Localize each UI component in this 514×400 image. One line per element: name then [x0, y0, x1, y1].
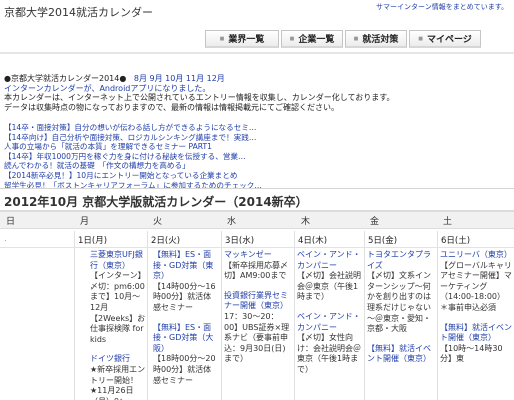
event-company-link[interactable]: 三菱東京UFJ銀行（東京）	[90, 250, 146, 271]
day-cell-header: 1日(月)	[78, 236, 108, 246]
bullet-icon: ■	[353, 35, 359, 42]
column-divider	[221, 231, 222, 400]
day-cell: ベイン・アンド・カンパニー 【〆切】会社説明会＠東京（午後1時まで） ベイン・ア…	[297, 250, 362, 400]
tab-company-list[interactable]: ■ 企業一覧	[281, 30, 343, 48]
weekday-wed: 水	[227, 217, 237, 227]
event-description: 【〆切】文系インターンシップ～何かを創り出すのは理系だけじゃない～＠東京・愛知・…	[367, 271, 431, 334]
weekday-sat: 土	[443, 217, 453, 227]
event-company-link[interactable]: 【無料】就活イベント開催（東京）	[367, 344, 435, 365]
description-line-1: 本カレンダーは、インターネット上で公開されているエントリー情報を収集し、カレンダ…	[4, 93, 395, 102]
event-description: ★新卒採用エントリー開始！★11月26日（月）9：	[90, 364, 146, 400]
news-link[interactable]: 読んでわかる！就活の基礎 「作文の構想力を高める」	[4, 161, 190, 170]
month-link-dec[interactable]: 12月	[207, 74, 225, 83]
day-cell-header: 4日(木)	[298, 236, 328, 246]
event-company-link[interactable]: 【無料】ES・面接・GD対策（大阪）	[153, 323, 219, 355]
news-link[interactable]: 【14卒】年収1000万円を稼ぐ力を身に付ける秘訣を伝授する、営業…	[4, 152, 246, 161]
tab-label: 企業一覧	[298, 35, 335, 45]
event-description: 【インターン】〆切：pm6:00まで】10月～12月【2Weeks】お仕事探検隊…	[90, 271, 146, 344]
event-company-link[interactable]: ベイン・アンド・カンパニー	[297, 250, 362, 271]
header-tagline: サマーインターン情報をまとめています。	[376, 3, 508, 11]
weekday-header: 日 月 火 水 木 金 土	[0, 212, 514, 229]
bullet-icon: ■	[418, 35, 423, 42]
column-divider	[437, 231, 438, 400]
column-divider	[364, 231, 365, 400]
column-divider	[74, 231, 75, 400]
site-title[interactable]: 京都大学2014就活カレンダー	[4, 4, 153, 20]
site-header: 京都大学2014就活カレンダー サマーインターン情報をまとめています。	[0, 0, 514, 26]
calendar-title: 2012年10月 京都大学版就活カレンダー（2014新卒）	[4, 195, 308, 209]
event-description: 【18時00分～20時00分】就活体感セミナー	[153, 354, 216, 385]
event-description: 【14時00分～16時00分】就活体感セミナー	[153, 281, 216, 312]
day-cell-header: 5日(金)	[368, 236, 398, 246]
event-company-link[interactable]: 投資銀行業界セミナー開催（東京）	[224, 291, 292, 312]
description-line-2: データは収集時点の物になっておりますので、最新の情報は情報掲載元にてご確認くださ…	[4, 102, 340, 112]
tab-industry-list[interactable]: ■ 業界一覧	[205, 30, 279, 48]
event-company-link[interactable]: ドイツ銀行	[90, 354, 146, 365]
news-link[interactable]: 【14卒・面接対策】自分の想いが伝わる話し方ができるようになるセミ…	[4, 123, 257, 132]
column-divider	[294, 231, 295, 400]
weekday-thu: 木	[301, 217, 311, 227]
event-description: 【〆切】会社説明会＠東京（午後1時まで）	[297, 271, 361, 302]
bullet-icon: ■	[219, 35, 225, 42]
tab-my-page[interactable]: ■ マイページ	[409, 30, 481, 48]
info-section: ●京都大学就活カレンダー2014● 8月 9月 10月 11月 12月 インター…	[4, 74, 510, 112]
event-description: 【〆切】女性向け：会社説明会＠東京（午後1時まで）	[297, 333, 361, 374]
main-nav: ■ 業界一覧 ■ 企業一覧 ■ 就活対策 ■ マイページ	[205, 30, 483, 50]
event-company-link[interactable]: ベイン・アンド・カンパニー	[297, 312, 362, 333]
day-cell: ユニリーバ（東京） 【グローバルキャリアセミナー開催】マーケティング（14:00…	[440, 250, 512, 400]
weekday-tue: 火	[153, 217, 163, 227]
weekday-mon: 月	[80, 217, 90, 227]
news-link[interactable]: 【2014新卒必見！】10月にエントリー開始となっている企業まとめ	[4, 171, 237, 180]
news-link[interactable]: 人事の立場から「就活の本質」を理解できるセミナー PART1	[4, 142, 212, 151]
event-company-link[interactable]: 【無料】ES・面接・GD対策（東京）	[153, 250, 219, 282]
event-company-link[interactable]: マッキンゼー	[224, 250, 292, 261]
event-description: 【10時～14時30分】東	[440, 343, 503, 364]
day-cell-header: 3日(水)	[225, 236, 255, 246]
event-company-link[interactable]: トヨタエンタプライズ	[367, 250, 435, 271]
day-cell-header: 2日(火)	[151, 236, 181, 246]
event-description: 17：30～20：00】UBS証券×理系ナビ（要事前申込：9月30日(日)まで）	[224, 311, 290, 364]
tab-label: 就活対策	[362, 35, 399, 45]
tab-label: マイページ	[426, 35, 472, 45]
nav-divider	[0, 52, 514, 54]
month-link-nov[interactable]: 11月	[186, 74, 204, 83]
tab-job-hunting-tips[interactable]: ■ 就活対策	[345, 30, 407, 48]
event-description: 【グローバルキャリアセミナー開催】マーケティング（14:00-18:00）＊事前…	[440, 260, 512, 312]
day-cell-header: 6日(土)	[441, 236, 471, 246]
day-cell: マッキンゼー 【新卒採用応募〆切】AM9:00まで 投資銀行業界セミナー開催（東…	[224, 250, 292, 400]
calendar-name: ●京都大学就活カレンダー2014●	[4, 74, 127, 83]
weekday-sun: 日	[6, 217, 16, 227]
event-description: 【新卒採用応募〆切】AM9:00まで	[224, 260, 288, 281]
bullet-icon: ■	[289, 35, 295, 42]
android-app-link[interactable]: インターンカレンダーが、Androidアプリになりました。	[4, 84, 210, 93]
day-header-rule	[0, 247, 514, 248]
event-company-link[interactable]: 【無料】就活イベント開催（東京）	[440, 323, 512, 344]
day-cell: 【無料】ES・面接・GD対策（東京） 【14時00分～16時00分】就活体感セミ…	[153, 250, 219, 400]
day-cell: 三菱東京UFJ銀行（東京） 【インターン】〆切：pm6:00まで】10月～12月…	[90, 250, 146, 400]
news-link[interactable]: 【14卒向け】自己分析や面接対策、ロジカルシンキング講座まで！実践…	[4, 133, 256, 142]
month-link-oct[interactable]: 10月	[165, 74, 183, 83]
calendar-grid: . 1日(月) 2日(火) 3日(水) 4日(木) 5日(金) 6日(土) 三菱…	[0, 231, 514, 400]
month-link-aug[interactable]: 8月	[134, 74, 147, 83]
month-link-sep[interactable]: 9月	[150, 74, 163, 83]
section-divider	[0, 188, 514, 189]
month-links: ●京都大学就活カレンダー2014● 8月 9月 10月 11月 12月	[4, 74, 510, 84]
column-divider	[147, 231, 148, 400]
news-links: 【14卒・面接対策】自分の想いが伝わる話し方ができるようになるセミ… 【14卒向…	[4, 123, 510, 190]
event-company-link[interactable]: ユニリーバ（東京）	[440, 250, 512, 261]
day-cell-header: .	[4, 234, 7, 244]
day-cell: トヨタエンタプライズ 【〆切】文系インターンシップ～何かを創り出すのは理系だけじ…	[367, 250, 435, 400]
weekday-fri: 金	[370, 217, 380, 227]
tab-label: 業界一覧	[228, 35, 265, 45]
